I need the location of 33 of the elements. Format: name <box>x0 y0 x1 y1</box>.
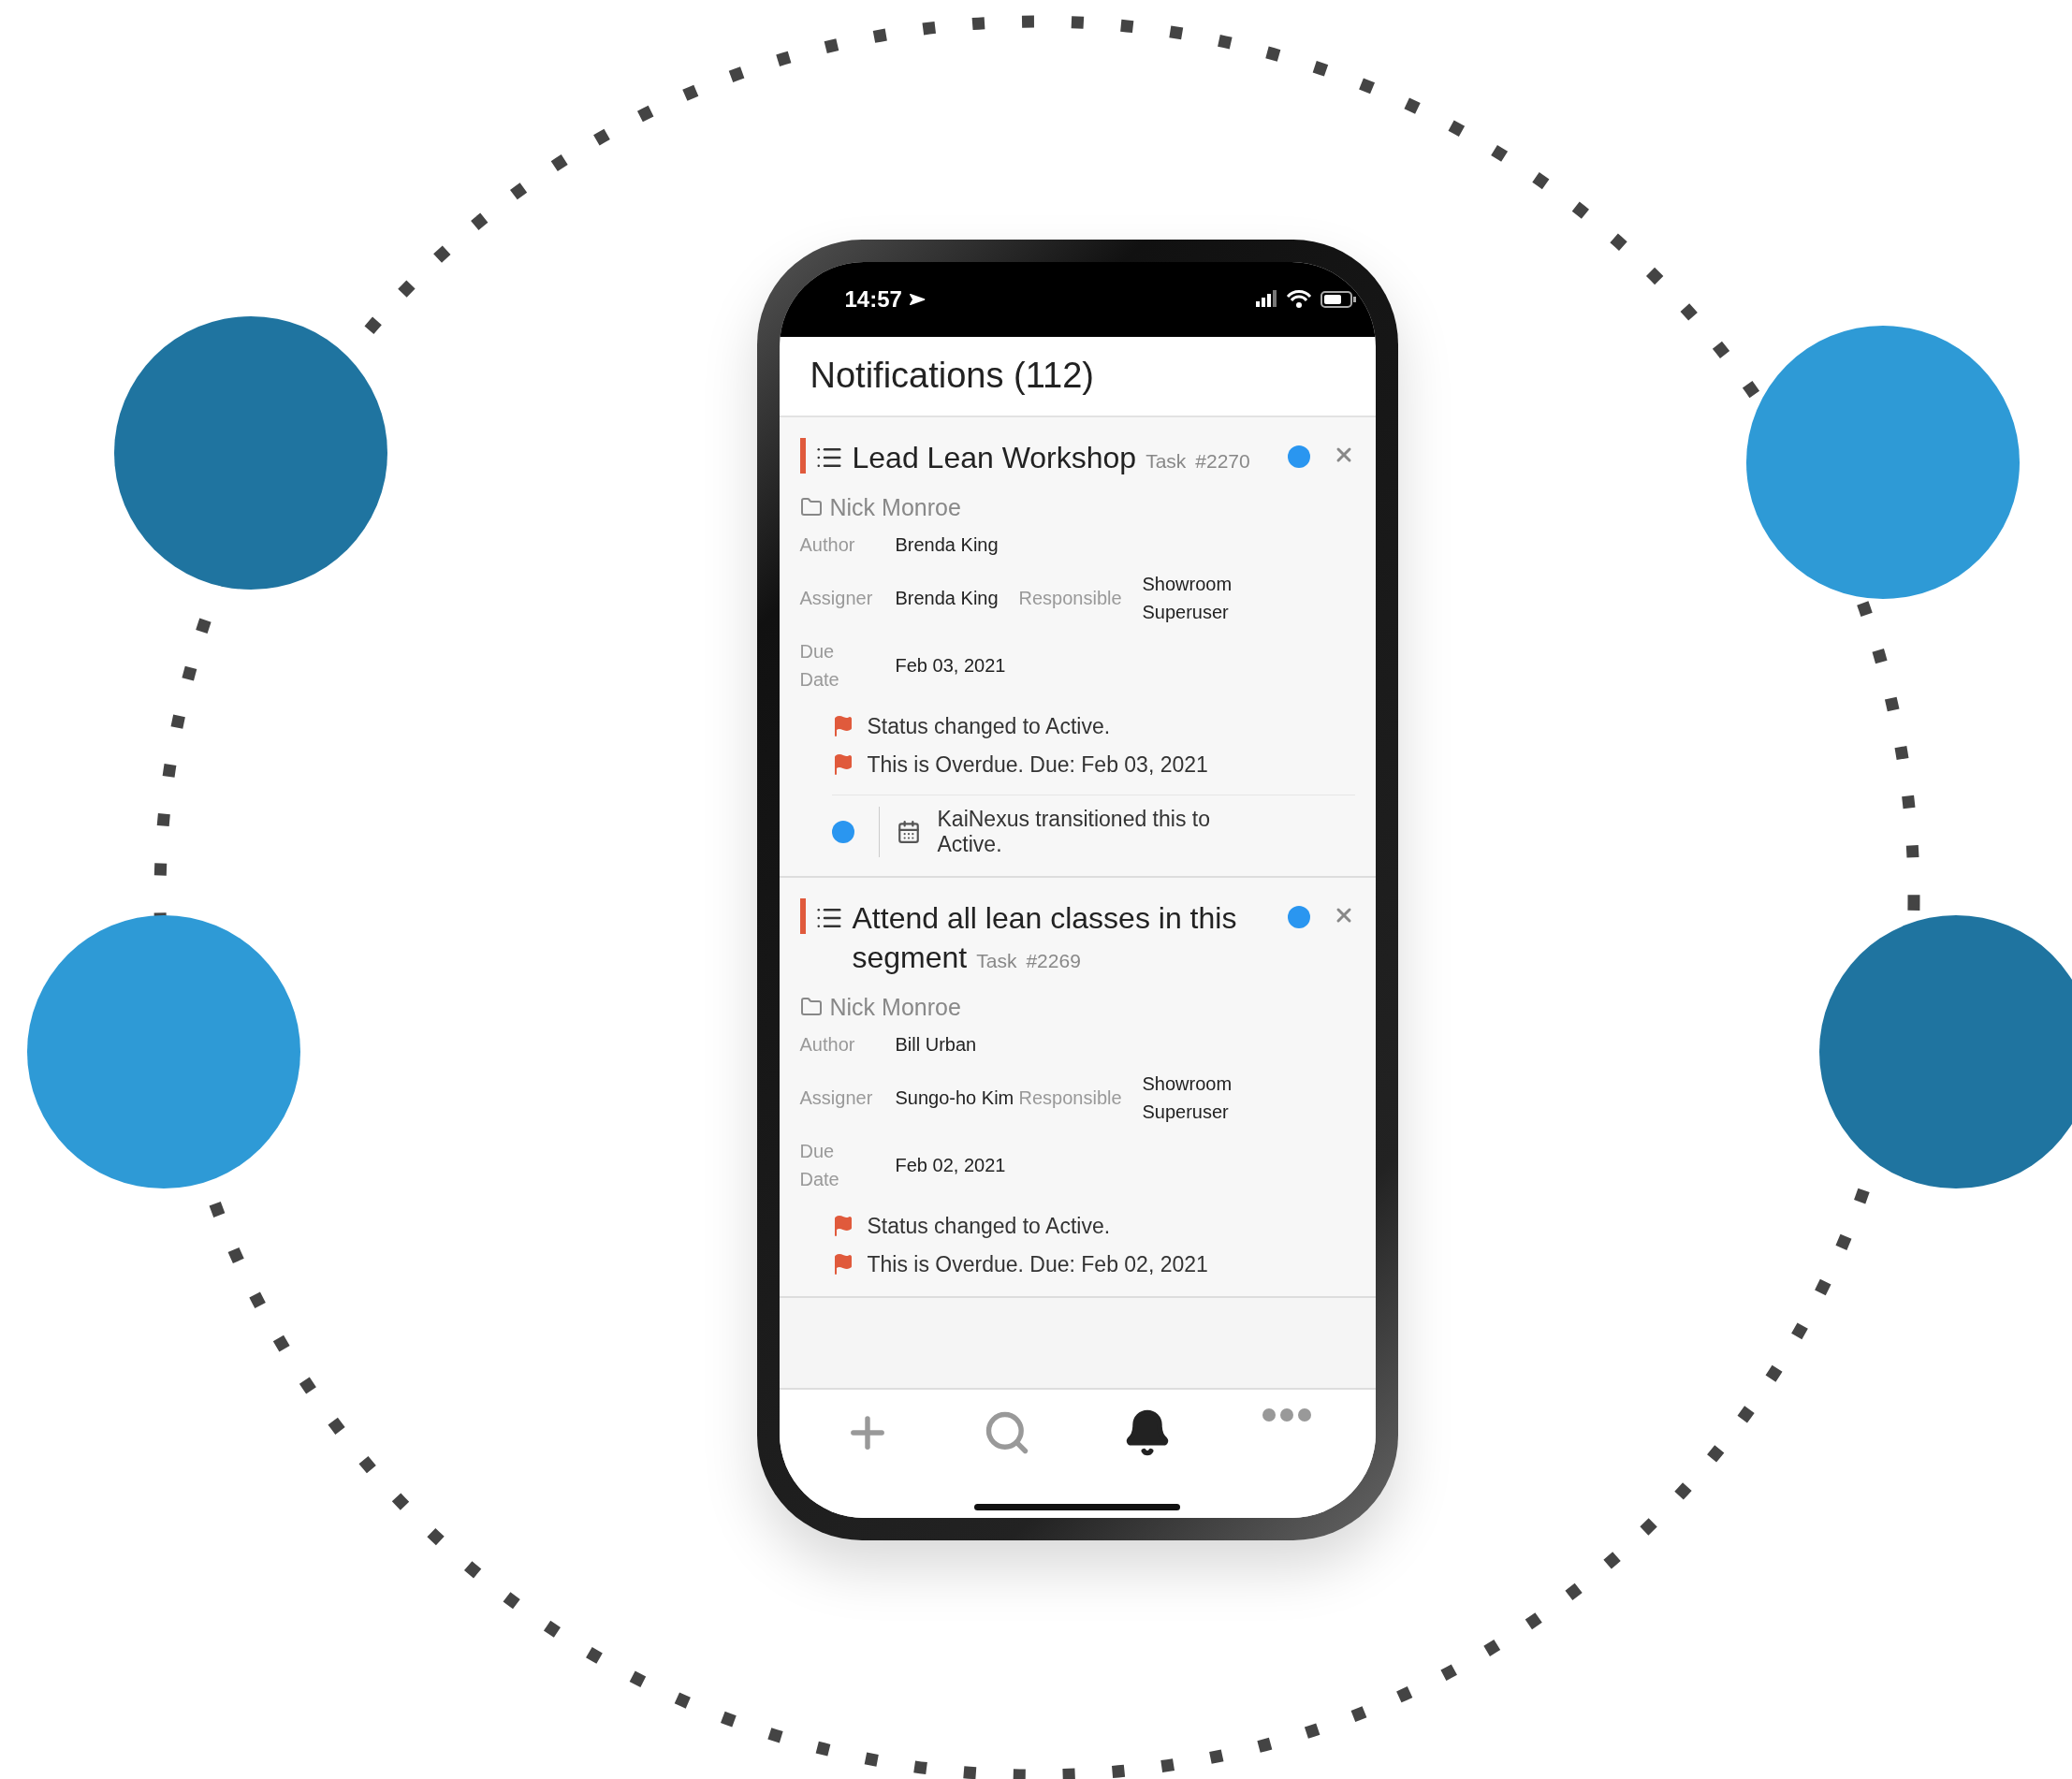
field-label: Due Date <box>799 639 840 692</box>
folder-icon <box>799 496 823 518</box>
field-label: Assigner <box>799 586 874 610</box>
event-text: Status changed to Active. <box>867 713 1111 739</box>
dots-icon <box>1262 1407 1311 1422</box>
calendar-icon <box>896 819 921 844</box>
field-value: Brenda King <box>895 532 1000 557</box>
owner-name: Nick Monroe <box>829 493 961 521</box>
priority-bar <box>799 437 806 474</box>
field-value: Showroom Superuser <box>1142 1072 1233 1124</box>
field-label: Due Date <box>799 1139 840 1191</box>
field-label: Author <box>799 1032 856 1057</box>
field-value: Feb 03, 2021 <box>895 653 1007 678</box>
folder-icon <box>799 996 823 1018</box>
event-text: This is Overdue. Due: Feb 02, 2021 <box>867 1251 1208 1277</box>
field-value: Brenda King <box>895 586 1000 610</box>
notification-title[interactable]: Attend all lean classes in this segment Task #2269 <box>852 897 1278 981</box>
page-title: Notifications (112) <box>810 356 1094 396</box>
field-label: Assigner <box>799 1086 874 1110</box>
field-label: Author <box>799 532 856 557</box>
field-value: Feb 02, 2021 <box>895 1153 1007 1177</box>
field-value: Showroom Superuser <box>1142 572 1233 624</box>
field-label: Responsible <box>1018 586 1123 610</box>
activity-text: KaiNexus transitioned this to Active. <box>937 806 1211 857</box>
priority-bar <box>799 897 806 934</box>
field-value: Sungo-ho Kim <box>895 1086 1015 1110</box>
event-text: This is Overdue. Due: Feb 03, 2021 <box>867 751 1208 778</box>
owner-name: Nick Monroe <box>829 993 961 1021</box>
notification-title[interactable]: Lead Lean Workshop Task #2270 <box>852 437 1278 481</box>
event-text: Status changed to Active. <box>867 1213 1111 1239</box>
field-label: Responsible <box>1018 1086 1123 1110</box>
field-value: Bill Urban <box>895 1032 978 1057</box>
status-time: 14:57 <box>844 285 902 313</box>
